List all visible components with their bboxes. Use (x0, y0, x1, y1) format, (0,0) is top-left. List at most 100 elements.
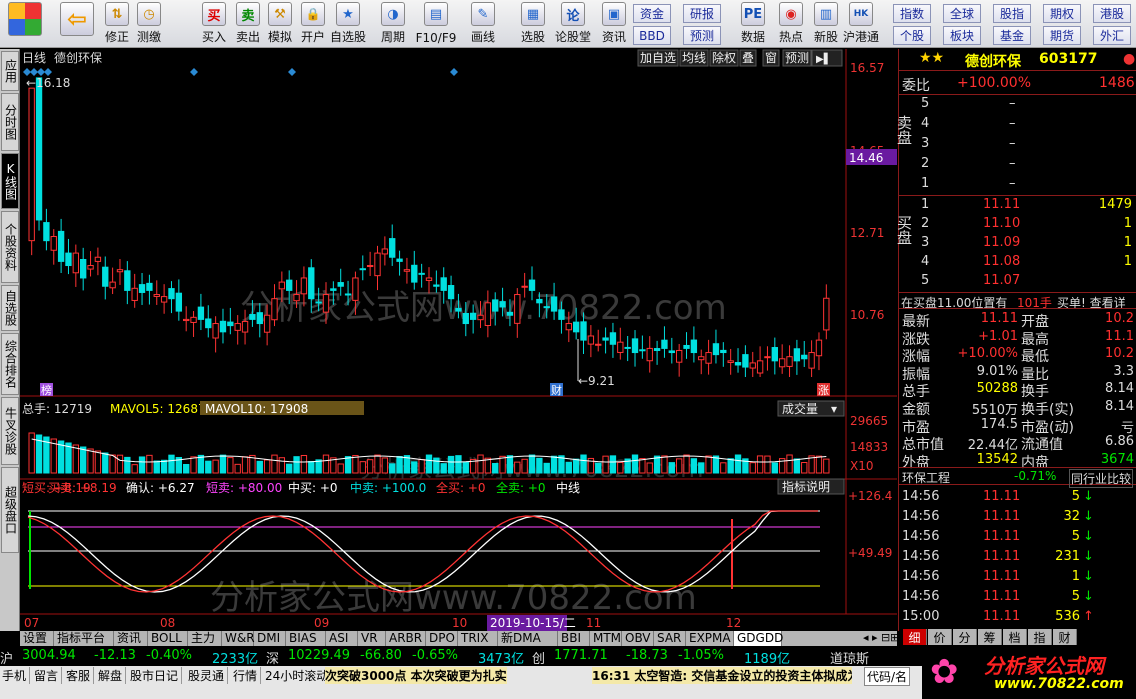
clock-button[interactable]: ◷ 测缴 (131, 2, 167, 46)
code-search-button[interactable]: 代码/名 (864, 667, 911, 686)
buy-price[interactable]: 11.09 (983, 235, 1020, 250)
sell-price[interactable]: – (1009, 136, 1016, 151)
lock-button[interactable]: 🔒 开户 (295, 2, 331, 46)
scroll-right-icon[interactable]: ▸ (872, 631, 878, 644)
forum-button[interactable]: 论论股堂 (555, 2, 591, 46)
quick-button-6[interactable]: 全球 (943, 4, 981, 23)
sell-price[interactable]: – (1009, 176, 1016, 191)
indicator-tab-12[interactable]: TRIX (458, 631, 498, 646)
kline-chart-area[interactable]: 日线德创环保加自选均线除权叠窗预测▶▌16.5714.6512.7110.761… (20, 49, 897, 631)
indicator-tab-18[interactable]: EXPMA (686, 631, 734, 646)
period-button[interactable]: ◑ 周期 (375, 2, 411, 46)
indicator-tab-2[interactable]: 资讯 (114, 631, 148, 646)
indicator-tab-0[interactable]: 设置 (20, 631, 54, 646)
expand-icon[interactable]: ⊞ (890, 631, 899, 644)
quick-button-4[interactable]: 指数 (893, 4, 931, 23)
industry-compare-link[interactable]: 同行业比较 (1069, 469, 1134, 488)
indicator-tab-19[interactable]: GDGDD (734, 631, 783, 646)
quick-button-3[interactable]: 预测 (683, 26, 721, 45)
bottom-link-1[interactable]: 留言 (34, 667, 63, 684)
left-tab-0[interactable]: 应用 (1, 51, 19, 91)
pencil-button[interactable]: ✎ 画线 (465, 2, 501, 46)
quote-tab-2[interactable]: 分 (953, 629, 977, 645)
bottom-link-6[interactable]: 行情 (233, 667, 262, 684)
indicator-tab-14[interactable]: BBI (558, 631, 590, 646)
left-tab-1[interactable]: 分时图 (1, 93, 19, 151)
bottom-link-7[interactable]: 24小时滚动 (265, 667, 333, 684)
sell-price[interactable]: – (1009, 96, 1016, 111)
quote-tab-6[interactable]: 财 (1053, 629, 1077, 645)
sell-price[interactable]: – (1009, 116, 1016, 131)
quick-button-12[interactable]: 港股 (1093, 4, 1131, 23)
order-notice[interactable]: 在买盘11.00位置有 101手 买单! 查看详 (899, 292, 1136, 309)
buy-button[interactable]: 买买入 (196, 2, 232, 46)
quote-tab-4[interactable]: 档 (1003, 629, 1027, 645)
bottom-link-4[interactable]: 股市日记 (130, 667, 183, 684)
toolbar-label: 选股 (520, 30, 545, 44)
left-tab-5[interactable]: 综合排名 (1, 333, 19, 395)
scroll-left-icon[interactable]: ◂ (863, 631, 869, 644)
new-stock-button[interactable]: ▥ 新股 (808, 2, 844, 46)
quick-button-1[interactable]: BBD (633, 26, 671, 45)
chart-canvas[interactable]: 日线德创环保加自选均线除权叠窗预测▶▌16.5714.6512.7110.761… (20, 49, 897, 631)
quick-button-5[interactable]: 个股 (893, 26, 931, 45)
bottom-link-0[interactable]: 手机 (2, 667, 31, 684)
quick-button-9[interactable]: 基金 (993, 26, 1031, 45)
news-ticker-2[interactable]: 16:31 太空智造: 交信基金设立的投资主体拟成为公 (592, 667, 852, 684)
indicator-tab-11[interactable]: DPO (426, 631, 458, 646)
bottom-link-5[interactable]: 股灵通 (188, 667, 229, 684)
indicator-tab-4[interactable]: 主力 (188, 631, 222, 646)
indicator-tab-7[interactable]: BIAS (286, 631, 326, 646)
star-button[interactable]: ★ 自选股 (330, 2, 366, 46)
news-ticker-1[interactable]: 次突破3000点 本次突破更为扎实 (325, 667, 507, 684)
hk-connect-button[interactable]: HK 沪港通 (843, 2, 879, 46)
select-stock-button[interactable]: ▦ 选股 (515, 2, 551, 46)
app-logo-button[interactable] (6, 2, 44, 46)
quick-button-10[interactable]: 期权 (1043, 4, 1081, 23)
left-tab-3[interactable]: 个股资料 (1, 211, 19, 283)
pe-data-button[interactable]: PE 数据 (735, 2, 771, 46)
left-tab-6[interactable]: 牛叉诊股 (1, 397, 19, 465)
collapse-icon[interactable]: ⊟ (881, 631, 890, 644)
bottom-link-2[interactable]: 客服 (66, 667, 95, 684)
quote-tab-0[interactable]: 细 (903, 629, 927, 645)
indicator-tab-3[interactable]: BOLL (148, 631, 188, 646)
sell-price[interactable]: – (1009, 156, 1016, 171)
quick-button-0[interactable]: 资金 (633, 4, 671, 23)
quick-button-2[interactable]: 研报 (683, 4, 721, 23)
indicator-tab-8[interactable]: ASI (326, 631, 358, 646)
star-icon[interactable]: ★★ (919, 50, 944, 66)
sell-button[interactable]: 卖卖出 (230, 2, 266, 46)
indicator-tab-13[interactable]: 新DMA (498, 631, 558, 646)
left-tab-7[interactable]: 超级盘口 (1, 467, 19, 553)
buy-price[interactable]: 11.08 (983, 254, 1020, 269)
bottom-link-3[interactable]: 解盘 (98, 667, 127, 684)
quick-button-8[interactable]: 股指 (993, 4, 1031, 23)
indicator-tab-9[interactable]: VR (358, 631, 386, 646)
buy-price[interactable]: 11.07 (983, 273, 1020, 288)
indicator-tab-16[interactable]: OBV (622, 631, 654, 646)
up-down-button[interactable]: ⇅ 修正 (99, 2, 135, 46)
quote-tab-1[interactable]: 价 (928, 629, 952, 645)
quick-button-7[interactable]: 板块 (943, 26, 981, 45)
quote-tab-5[interactable]: 指 (1028, 629, 1052, 645)
quick-button-13[interactable]: 外汇 (1093, 26, 1131, 45)
hotspot-button[interactable]: ◉ 热点 (773, 2, 809, 46)
buy-price[interactable]: 11.10 (983, 216, 1020, 231)
candle-body (536, 298, 543, 304)
indicator-tab-15[interactable]: MTM (590, 631, 622, 646)
left-tab-4[interactable]: 自选股 (1, 285, 19, 331)
buy-price[interactable]: 11.11 (983, 197, 1020, 212)
hammer-button[interactable]: ⚒ 模拟 (262, 2, 298, 46)
indicator-tab-5[interactable]: W&R (222, 631, 255, 646)
back-arrow-button[interactable]: ⇦ (58, 2, 96, 46)
indicator-tab-6[interactable]: DMI (254, 631, 286, 646)
indicator-tab-1[interactable]: 指标平台 (54, 631, 114, 646)
quick-button-11[interactable]: 期货 (1043, 26, 1081, 45)
indicator-tab-17[interactable]: SAR (654, 631, 686, 646)
indicator-tab-10[interactable]: ARBR (386, 631, 426, 646)
quote-tab-3[interactable]: 筹 (978, 629, 1002, 645)
news-button[interactable]: ▣ 资讯 (596, 2, 632, 46)
left-tab-2[interactable]: K线图 (1, 153, 19, 209)
f10-button[interactable]: ▤ F10/F9 (416, 2, 456, 46)
